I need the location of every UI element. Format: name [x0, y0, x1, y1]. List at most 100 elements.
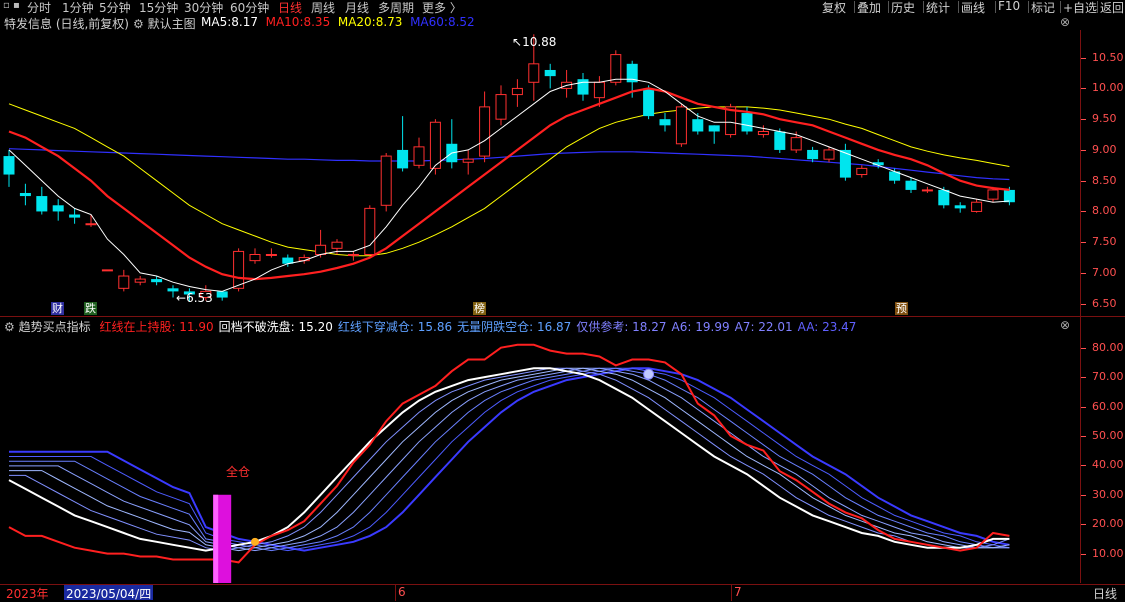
ma20-label: MA20: — [337, 15, 376, 29]
top-cross-marker-icon — [643, 368, 655, 380]
indicator-settings-icon[interactable]: ⚙ — [4, 320, 15, 334]
ma60-value: 8.52 — [447, 15, 475, 29]
indicator-value-item: 无量阴跌空仓: 16.87 — [457, 320, 571, 334]
indicator-value-item: AA: 23.47 — [798, 320, 857, 334]
ma-legend: MA5:8.17 MA10:8.35 MA20:8.73 MA60:8.52 — [201, 15, 475, 29]
indicator-value-number: 16.87 — [533, 320, 572, 334]
candlestick-chart[interactable] — [0, 30, 1080, 316]
indicator-value-item: 红线下穿减仓: 15.86 — [338, 320, 452, 334]
indicator-tick — [1081, 406, 1086, 408]
top-toolbar: ▫ ▪ 分时 1分钟 5分钟 15分钟 30分钟 60分钟 日线 周线 月线 多周期 更多 〉 复权… — [0, 0, 1125, 16]
candle-body-down — [954, 205, 966, 209]
indicator-value-label: 红线在上持股: — [99, 320, 176, 334]
ma10-label: MA10: — [265, 15, 304, 29]
candle-body-up — [134, 278, 146, 283]
candle-body-up — [971, 201, 983, 212]
toolbar-separator — [888, 1, 889, 13]
indicator-value-number: 19.99 — [691, 320, 730, 334]
candle-body-down — [577, 79, 589, 95]
event-marker[interactable]: 预 — [895, 302, 908, 315]
price-tick-label: 9.00 — [1092, 142, 1117, 156]
candle-body-up — [921, 189, 933, 192]
period-tab[interactable]: 1分钟 — [62, 0, 94, 16]
indicator-tick-label: 10.00 — [1092, 546, 1124, 560]
year-label: 2023年 — [6, 587, 49, 601]
indicator-value-label: 无量阴跌空仓: — [457, 320, 534, 334]
close-indicator-icon[interactable]: ⊗ — [1060, 318, 1070, 332]
period-tab[interactable]: 分时 — [27, 0, 51, 16]
period-tab[interactable]: 30分钟 — [184, 0, 223, 16]
candle-body-down — [69, 214, 81, 218]
period-tab[interactable]: 5分钟 — [99, 0, 131, 16]
indicator-tick-label: 30.00 — [1092, 487, 1124, 501]
month-6-label: 6 — [398, 585, 406, 599]
ma60-label: MA60: — [410, 15, 448, 29]
candle-body-up — [315, 244, 327, 255]
price-tick — [1081, 180, 1086, 182]
indicator-value-item: A7: 22.01 — [735, 320, 793, 334]
toolbar-separator — [1028, 1, 1029, 13]
candle-body-down — [216, 291, 228, 298]
candle-body-down — [741, 113, 753, 132]
settings-icon[interactable]: ⚙ — [133, 17, 144, 31]
indicator-tick-label: 40.00 — [1092, 458, 1124, 472]
indicator-tick-label: 20.00 — [1092, 517, 1124, 531]
candle-body-down — [708, 125, 720, 132]
candle-body-up — [413, 146, 425, 166]
indicator-value-item: A6: 19.99 — [672, 320, 730, 334]
candle-body-up — [790, 137, 802, 151]
event-marker[interactable]: 榜 — [473, 302, 486, 315]
indicator-name: 趋势买点指标 — [18, 320, 91, 334]
toolbar-button[interactable]: +自选 — [1063, 0, 1097, 16]
period-tab[interactable]: 更多 〉 — [422, 0, 462, 16]
toolbar-button[interactable]: 标记 — [1031, 0, 1055, 16]
toolbar-button[interactable]: 返回 — [1100, 0, 1124, 16]
period-tab[interactable]: 15分钟 — [139, 0, 178, 16]
template-label: 默认主图 — [147, 17, 196, 31]
candle-body-down — [807, 149, 819, 160]
indicator-tick — [1081, 465, 1086, 467]
candle-body-up — [528, 63, 540, 83]
indicator-chart[interactable] — [0, 333, 1080, 583]
toolbar-separator — [995, 1, 996, 13]
candle-body-up — [85, 223, 97, 226]
toolbar-button[interactable]: 画线 — [961, 0, 985, 16]
candle-body-down — [938, 189, 950, 206]
ma10-value: 8.35 — [303, 15, 331, 29]
candle-body-up — [593, 81, 605, 99]
candle-body-down — [544, 69, 556, 77]
close-pane-icon[interactable]: ⊗ — [1060, 15, 1070, 29]
month-divider — [395, 585, 396, 601]
period-tab[interactable]: 60分钟 — [230, 0, 269, 16]
window-control-icon[interactable]: ▫ ▪ — [3, 0, 20, 11]
event-marker[interactable]: 跌 — [84, 302, 97, 315]
high-price-value: 10.88 — [522, 35, 557, 49]
period-tab[interactable]: 周线 — [311, 0, 335, 16]
indicator-value-number: 23.47 — [818, 320, 857, 334]
period-tab[interactable]: 日线 — [278, 0, 302, 16]
vertical-axis-line — [1080, 30, 1081, 583]
price-tick-label: 8.50 — [1092, 173, 1117, 187]
ma5-value: 8.17 — [231, 15, 258, 29]
candle-body-up — [610, 54, 622, 83]
toolbar-button[interactable]: 历史 — [891, 0, 915, 16]
toolbar-button[interactable]: 叠加 — [857, 0, 881, 16]
trend-band-line — [9, 367, 1010, 552]
indicator-tick-label: 70.00 — [1092, 370, 1124, 384]
candle-body-up — [511, 87, 523, 96]
toolbar-button[interactable]: F10 — [998, 0, 1020, 13]
indicator-tick — [1081, 435, 1086, 437]
pane-divider[interactable] — [0, 316, 1125, 317]
period-tab[interactable]: 多周期 — [378, 0, 414, 16]
candle-body-up — [823, 149, 835, 160]
cursor-date: 2023/05/04/四 — [64, 585, 154, 601]
event-marker[interactable]: 财 — [51, 302, 64, 315]
candle-body-down — [643, 88, 655, 117]
candle-body-up — [364, 207, 376, 255]
indicator-value-label: A7: — [734, 320, 755, 334]
period-tab[interactable]: 月线 — [345, 0, 369, 16]
toolbar-button[interactable]: 复权 — [822, 0, 846, 16]
toolbar-button[interactable]: 统计 — [926, 0, 950, 16]
price-tick-label: 10.50 — [1092, 50, 1124, 64]
red-trend-line — [8, 343, 1010, 564]
